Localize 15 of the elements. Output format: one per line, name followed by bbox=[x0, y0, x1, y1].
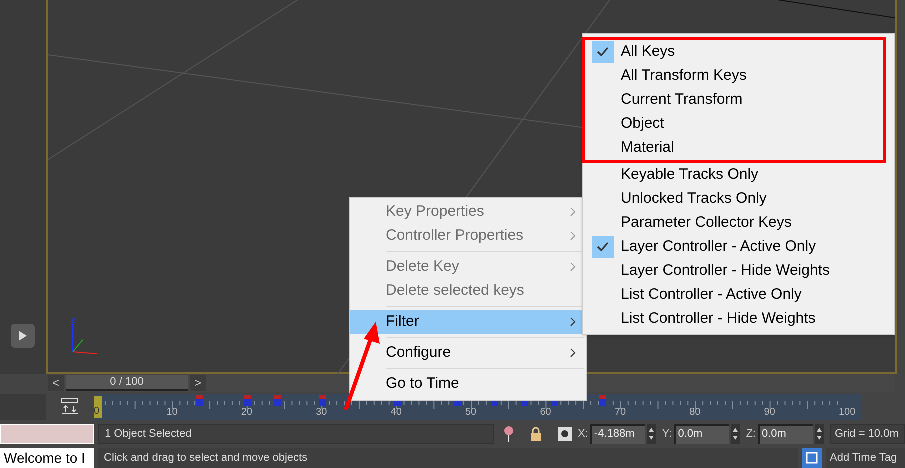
selection-status: 1 Object Selected bbox=[98, 424, 494, 444]
grid-status: Grid = 10.0m bbox=[830, 424, 905, 444]
frame-label: 100 bbox=[839, 407, 856, 420]
frame-label: 90 bbox=[764, 407, 776, 420]
frame-label: 30 bbox=[316, 407, 328, 420]
frame-label: 10 bbox=[166, 407, 178, 420]
frame-label: 60 bbox=[540, 407, 552, 420]
coordinate-label: Z: bbox=[746, 426, 756, 442]
coordinate-label: Y: bbox=[662, 426, 672, 442]
frame-label: 80 bbox=[690, 407, 701, 420]
frame-label: 50 bbox=[466, 407, 477, 420]
frame-label: 40 bbox=[390, 407, 402, 420]
coordinate-label: X: bbox=[578, 426, 588, 442]
frame-label: 70 bbox=[614, 407, 626, 420]
frame-label: 20 bbox=[241, 407, 253, 420]
